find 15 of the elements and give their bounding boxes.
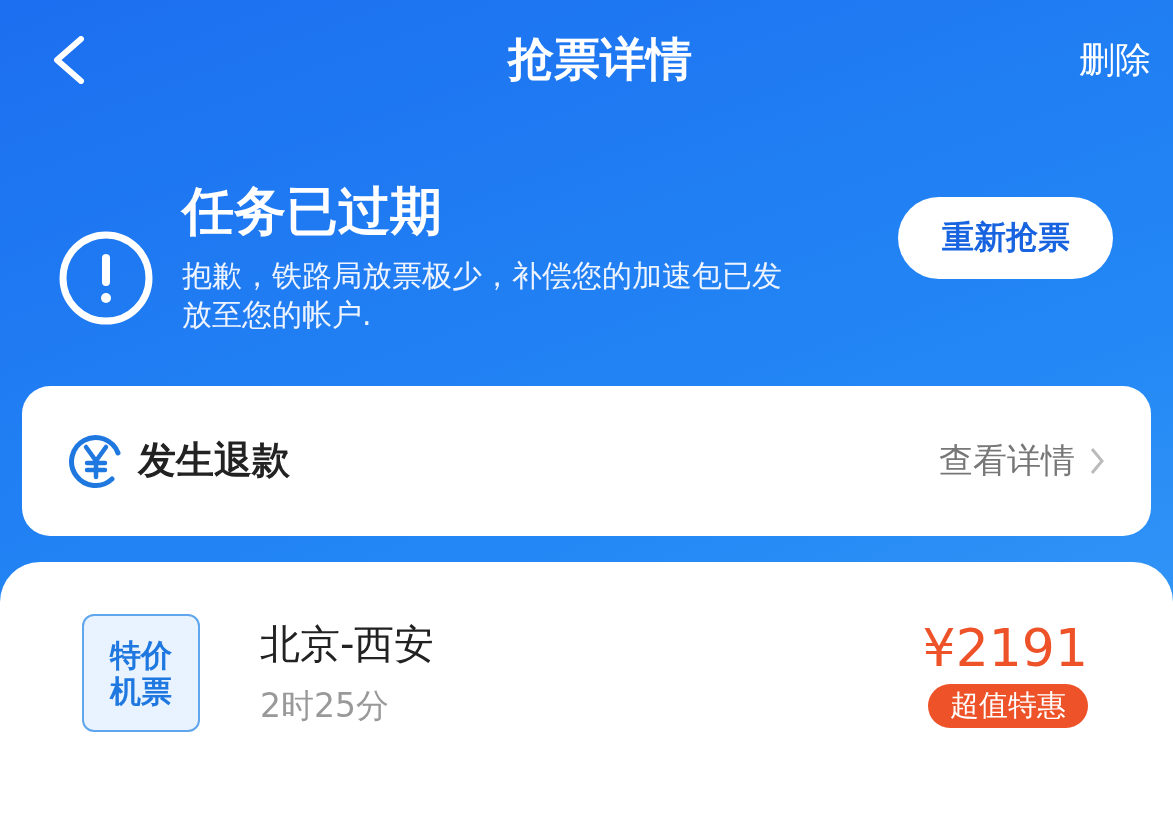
exclamation-icon [58, 229, 154, 326]
retry-button[interactable]: 重新抢票 [898, 196, 1113, 279]
status-title: 任务已过期 [182, 182, 443, 242]
route-text: 北京-西安 [260, 619, 436, 669]
chevron-right-icon [1089, 445, 1105, 476]
flight-deal-logo: 特价 机票 [82, 613, 200, 732]
page-title: 抢票详情 [507, 31, 692, 88]
duration-text: 2时25分 [260, 684, 390, 727]
price-text: ¥2191 [922, 617, 1088, 678]
status-message: 抱歉，铁路局放票极少，补偿您的加速包已发放至您的帐户. [182, 256, 782, 334]
view-details-link[interactable]: 查看详情 [939, 437, 1105, 484]
refund-label: 发生退款 [138, 437, 291, 485]
deal-tag: 超值特惠 [928, 683, 1088, 728]
chevron-left-icon [51, 36, 85, 84]
delete-button[interactable]: 删除 [1079, 35, 1151, 85]
